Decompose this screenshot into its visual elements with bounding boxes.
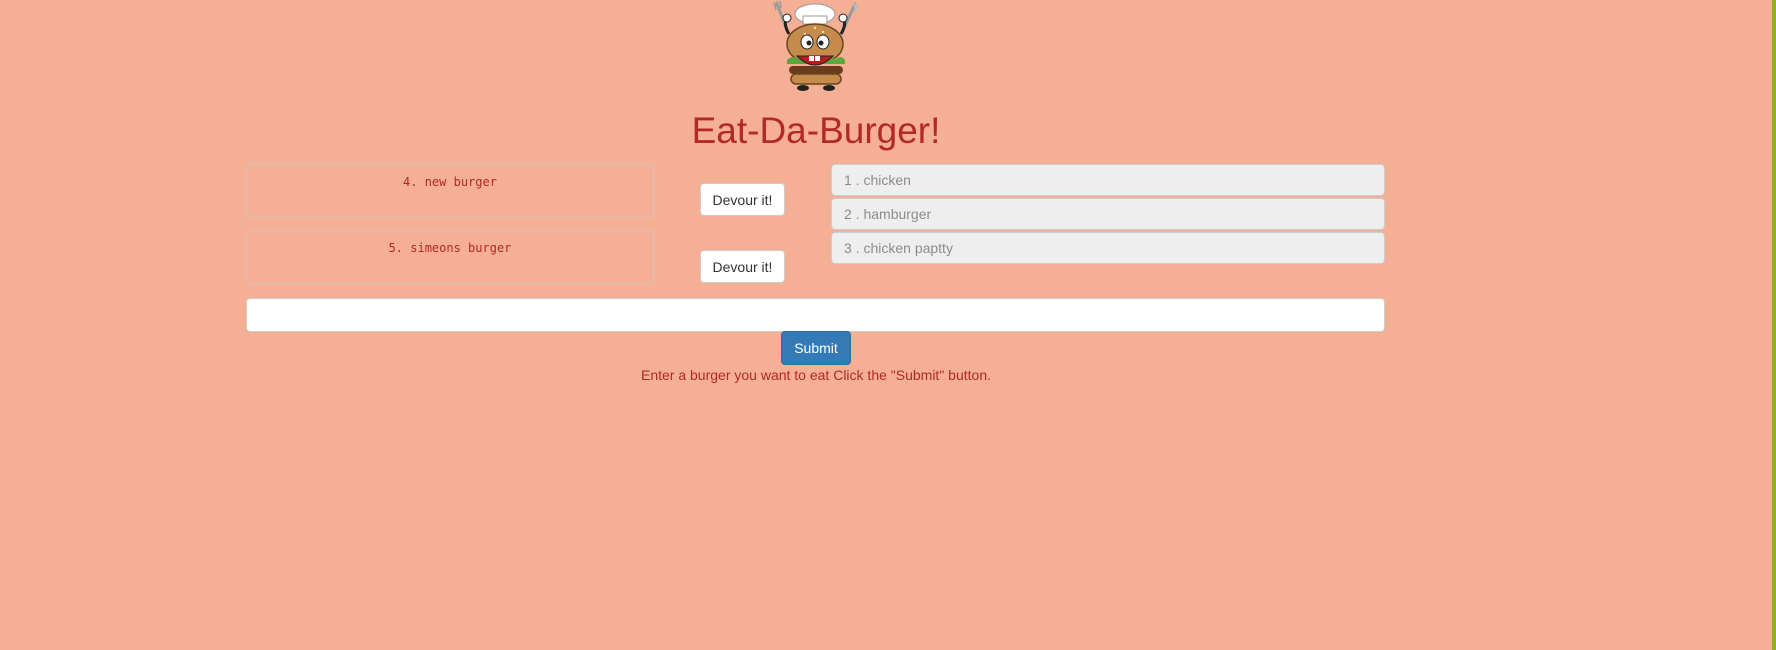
eaten-burger-item: 2 . hamburger — [831, 198, 1385, 230]
window-edge — [1772, 0, 1776, 650]
devour-button[interactable]: Devour it! — [700, 250, 785, 283]
submit-button[interactable]: Submit — [781, 331, 851, 365]
uneaten-burger-item: 5. simeons burger — [246, 230, 654, 284]
burger-mascot-logo — [765, 0, 865, 95]
devour-button[interactable]: Devour it! — [700, 183, 785, 216]
instruction-text: Enter a burger you want to eat Click the… — [640, 367, 991, 383]
eaten-burger-item: 3 . chicken paptty — [831, 232, 1385, 264]
uneaten-burger-item: 4. new burger — [246, 164, 654, 218]
burger-chef-icon — [773, 0, 859, 91]
page-title: Eat-Da-Burger! — [691, 110, 941, 151]
eaten-burger-item: 1 . chicken — [831, 164, 1385, 196]
burger-name-input[interactable] — [246, 298, 1385, 332]
